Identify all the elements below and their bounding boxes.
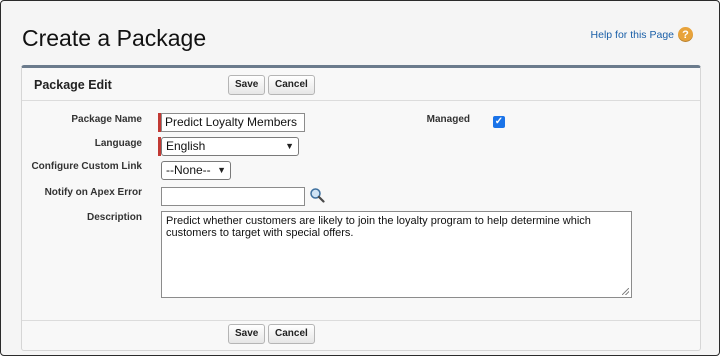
page-frame: Create a Package Help for this Page ? Pa… [0,0,720,356]
description-textarea[interactable]: Predict whether customers are likely to … [161,211,632,298]
chevron-down-icon: ▼ [285,141,294,151]
page-title: Create a Package [22,25,207,51]
description-label: Description [86,212,142,223]
apex-error-label: Notify on Apex Error [44,187,142,198]
package-name-label: Package Name [71,114,142,125]
cancel-button-top[interactable]: Cancel [268,75,315,95]
lookup-icon[interactable] [309,187,325,203]
save-button-top[interactable]: Save [228,75,266,95]
panel-header: Package Edit Save Cancel [22,68,700,101]
description-text: Predict whether customers are likely to … [166,215,591,239]
custom-link-value: --None-- [166,163,211,177]
language-value: English [166,139,206,153]
save-button-bottom[interactable]: Save [228,324,266,344]
package-edit-panel: Package Edit Save Cancel Package Name Pr… [21,65,701,351]
resize-handle-icon[interactable] [622,288,629,295]
cancel-button-bottom[interactable]: Cancel [268,324,315,344]
package-name-input[interactable]: Predict Loyalty Members [161,113,305,132]
chevron-down-icon: ▼ [217,165,226,175]
help-section: Help for this Page ? [591,27,693,42]
language-label: Language [94,138,142,149]
custom-link-select[interactable]: --None-- ▼ [161,161,231,180]
panel-title: Package Edit [34,78,112,92]
help-link[interactable]: Help for this Page [591,29,674,41]
apex-error-input[interactable] [161,187,305,206]
language-select[interactable]: English ▼ [161,137,299,156]
question-icon[interactable]: ? [678,27,693,42]
custom-link-label: Configure Custom Link [31,161,142,172]
managed-label: Managed [426,114,470,125]
footer-divider [22,320,700,321]
managed-checkbox[interactable]: ✓ [493,116,505,128]
